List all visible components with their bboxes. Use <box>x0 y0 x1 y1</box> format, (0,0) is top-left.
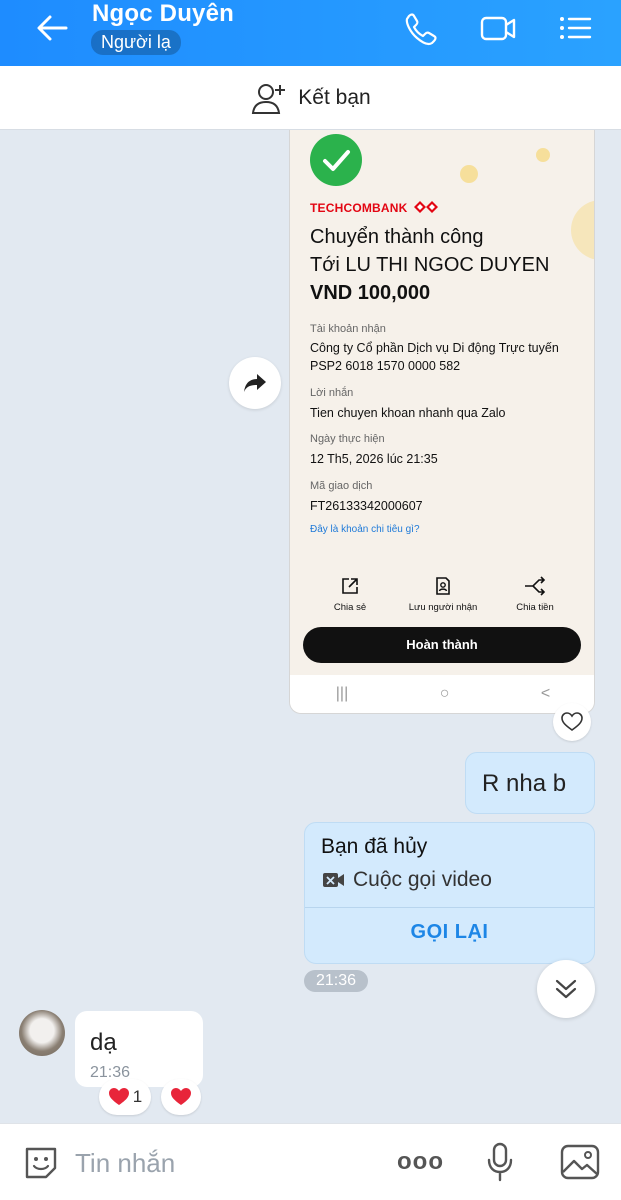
chat-header: Ngọc Duyên Người lạ <box>0 0 621 66</box>
coin-decoration <box>571 200 594 260</box>
emoji-sticker-icon[interactable] <box>22 1144 60 1182</box>
home-icon: ○ <box>439 685 450 702</box>
microphone-icon[interactable] <box>486 1142 514 1182</box>
account-line1: Công ty Cổ phần Dịch vụ Di động Trực tuy… <box>310 341 559 355</box>
recent-apps-icon: ||| <box>335 685 349 702</box>
phone-icon[interactable] <box>400 10 440 46</box>
add-person-icon <box>252 83 286 114</box>
image-gallery-icon[interactable] <box>560 1144 600 1180</box>
save-recipient-label: Lưu người nhận <box>408 602 478 613</box>
add-friend-label: Kết bạn <box>298 85 371 109</box>
share-arrow-icon <box>244 374 266 392</box>
transaction-id-label: Mã giao dịch <box>310 480 373 492</box>
contact-name[interactable]: Ngọc Duyên <box>92 0 234 28</box>
react-heart-button[interactable] <box>553 703 591 741</box>
call-status: Bạn đã hủy <box>321 835 428 858</box>
date-label: Ngày thực hiện <box>310 433 385 445</box>
message-composer: Tin nhắn ooo <box>0 1123 621 1200</box>
bank-logo: TECHCOMBANK <box>310 200 439 215</box>
call-again-button[interactable]: GỌI LẠI <box>305 921 594 944</box>
account-line2: PSP2 6018 1570 0000 582 <box>310 359 461 373</box>
transfer-status: Chuyển thành công <box>310 226 484 248</box>
back-arrow-icon[interactable] <box>30 10 74 46</box>
message-input[interactable]: Tin nhắn <box>75 1148 175 1179</box>
reaction-summary[interactable]: 1 <box>99 1079 151 1115</box>
heart-outline-icon <box>561 712 583 731</box>
phone-nav-bar: ||| ○ < <box>290 675 594 713</box>
spend-category-link: Đây là khoản chi tiêu gì? <box>310 524 420 535</box>
more-options-icon[interactable]: ooo <box>397 1148 444 1176</box>
stranger-badge: Người lạ <box>91 30 181 55</box>
reaction-count: 1 <box>132 1087 143 1106</box>
coin-decoration <box>460 165 478 183</box>
split-money-label: Chia tiền <box>516 602 554 613</box>
share-out-icon <box>342 578 358 594</box>
add-friend-button[interactable]: Kết bạn <box>0 66 621 130</box>
transfer-receipt-image[interactable]: TECHCOMBANK Chuyển thành công Tới LU THI… <box>289 130 595 714</box>
date-value: 12 Th5, 2026 lúc 21:35 <box>310 452 438 466</box>
scroll-to-bottom-button[interactable] <box>537 960 595 1018</box>
divider <box>305 907 594 908</box>
react-heart-button[interactable] <box>161 1079 201 1115</box>
transaction-id-value: FT26133342000607 <box>310 499 423 513</box>
share-action: Chia sẻ <box>310 576 390 613</box>
message-label: Lời nhắn <box>310 387 354 399</box>
recipient-name: Tới LU THI NGOC DUYEN <box>310 254 550 276</box>
video-camera-icon[interactable] <box>478 10 518 46</box>
message-text: R nha b <box>482 770 567 797</box>
call-log-card: Bạn đã hủy Cuộc gọi video GỌI LẠI <box>304 822 595 964</box>
avatar[interactable] <box>19 1010 65 1056</box>
heart-icon <box>171 1088 191 1105</box>
missed-video-icon <box>323 873 344 887</box>
menu-icon[interactable] <box>556 10 596 46</box>
heart-icon <box>108 1088 129 1105</box>
techcombank-logo-icon <box>414 201 439 213</box>
my-message-bubble[interactable]: R nha b <box>465 752 595 814</box>
share-action-label: Chia sẻ <box>333 602 367 613</box>
back-icon: < <box>540 685 551 702</box>
done-button: Hoàn thành <box>303 627 581 663</box>
account-label: Tài khoản nhận <box>310 323 386 335</box>
transfer-amount: VND 100,000 <box>310 282 431 304</box>
split-arrow-icon <box>525 576 546 596</box>
contact-card-icon <box>436 577 450 595</box>
message-value: Tien chuyen khoan nhanh qua Zalo <box>310 406 506 420</box>
coin-decoration <box>536 148 550 162</box>
message-timestamp: 21:36 <box>304 970 368 992</box>
save-recipient-action: Lưu người nhận <box>403 576 483 613</box>
double-chevron-down-icon <box>555 979 577 999</box>
success-check-icon <box>310 134 362 186</box>
message-text: dạ <box>90 1029 117 1056</box>
other-message-bubble[interactable]: dạ 21:36 <box>75 1011 203 1087</box>
split-money-action: Chia tiền <box>495 576 575 613</box>
forward-button[interactable] <box>229 357 281 409</box>
call-type: Cuộc gọi video <box>353 868 492 891</box>
